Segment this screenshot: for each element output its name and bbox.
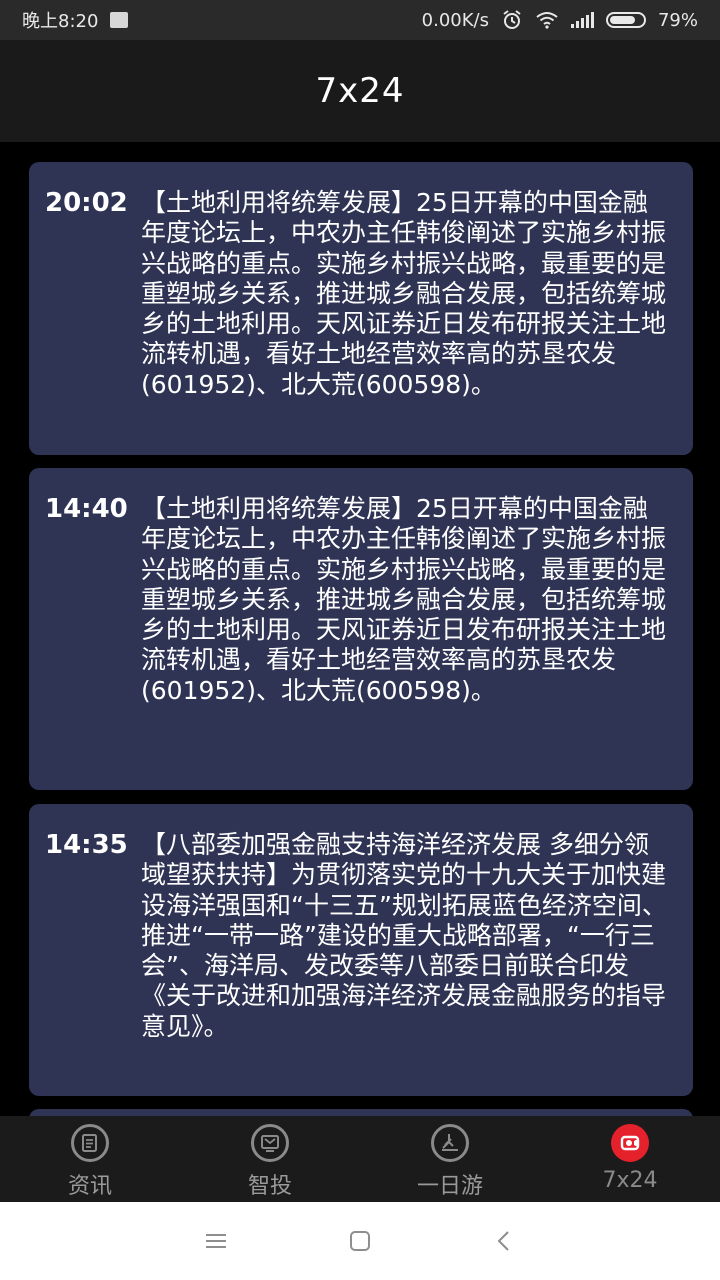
menu-icon[interactable]: [202, 1227, 230, 1255]
status-bar: 晚上8:20 0.00K/s 79%: [0, 0, 720, 40]
news-text: 【土地利用将统筹发展】25日开幕的中国金融年度论坛上，中农办主任韩俊阐述了实施乡…: [141, 494, 667, 705]
battery-percent: 79%: [657, 9, 698, 31]
news-time: 14:40: [45, 494, 128, 524]
home-icon[interactable]: [346, 1227, 374, 1255]
invest-icon: [251, 1124, 289, 1162]
news-card[interactable]: 14:40 【土地利用将统筹发展】25日开幕的中国金融年度论坛上，中农办主任韩俊…: [29, 468, 693, 790]
tab-label: 资讯: [67, 1174, 112, 1199]
tab-label: 智投: [247, 1174, 292, 1199]
page-title: 7x24: [315, 71, 405, 111]
tab-label: 一日游: [416, 1174, 483, 1199]
system-nav-bar: [0, 1202, 720, 1280]
news-text: 【八部委加强金融支持海洋经济发展 多细分领域望获扶持】为贯彻落实党的十九大关于加…: [141, 830, 667, 1041]
tab-invest[interactable]: 智投: [180, 1116, 360, 1202]
tab-label: 7x24: [602, 1168, 658, 1193]
news-card[interactable]: 14:35 【八部委加强金融支持海洋经济发展 多细分领域望获扶持】为贯彻落实党的…: [29, 804, 693, 1096]
status-time: 晚上8:20: [22, 11, 99, 32]
news-feed[interactable]: 20:02 【土地利用将统筹发展】25日开幕的中国金融年度论坛上，中农办主任韩俊…: [0, 142, 720, 1116]
day-trip-icon: [431, 1124, 469, 1162]
news-card[interactable]: 20:02 【土地利用将统筹发展】25日开幕的中国金融年度论坛上，中农办主任韩俊…: [29, 162, 693, 455]
tab-news[interactable]: 资讯: [0, 1116, 180, 1202]
news-time: 20:02: [45, 188, 128, 218]
app-header: 7x24: [0, 40, 720, 142]
news-text: 【土地利用将统筹发展】25日开幕的中国金融年度论坛上，中农办主任韩俊阐述了实施乡…: [141, 188, 667, 399]
battery-icon: [605, 12, 646, 28]
news-icon: [71, 1124, 109, 1162]
bottom-tab-bar: 资讯 智投 一日游 7x24: [0, 1116, 720, 1202]
live-7x24-icon: [611, 1124, 649, 1162]
news-card[interactable]: [29, 1109, 693, 1116]
alarm-icon: [503, 10, 521, 29]
tab-7x24[interactable]: 7x24: [540, 1116, 720, 1202]
signal-icon: [570, 12, 594, 28]
news-time: 14:35: [45, 830, 128, 860]
wifi-icon: [536, 12, 558, 29]
back-icon[interactable]: [490, 1227, 518, 1255]
network-speed: 0.00K/s: [421, 9, 489, 31]
tab-day-trip[interactable]: 一日游: [360, 1116, 540, 1202]
notification-icon: [110, 12, 129, 28]
